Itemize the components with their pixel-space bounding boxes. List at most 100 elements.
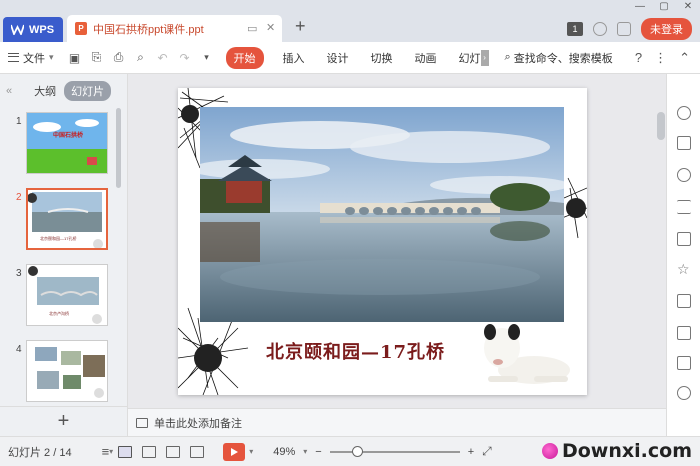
more-icon[interactable]: ⋮ bbox=[654, 50, 667, 66]
zoom-slider[interactable] bbox=[329, 445, 460, 457]
slide-counter: 幻灯片 2 / 14 bbox=[8, 446, 72, 459]
tab-design[interactable]: 设计 bbox=[327, 50, 349, 66]
thumbnail-caption: 中国石拱桥 bbox=[52, 133, 83, 139]
collapse-pane-icon[interactable]: « bbox=[6, 85, 12, 97]
export-icon[interactable]: ⎘ bbox=[89, 50, 105, 66]
help-icon[interactable]: ? bbox=[635, 50, 642, 66]
right-toolbar: ☆ bbox=[666, 74, 700, 436]
zoom-control: 49% ▾ − + ⤢ bbox=[273, 444, 492, 459]
share-icon[interactable] bbox=[617, 22, 631, 36]
slide-thumbnail-2[interactable]: 2 北京颐和园—17孔桥 bbox=[0, 188, 118, 253]
thumbnail-image: 北京颐和园—17孔桥 bbox=[26, 188, 108, 250]
zoom-chevron-icon[interactable]: ▾ bbox=[303, 447, 307, 456]
notes-placeholder: 单击此处添加备注 bbox=[154, 417, 242, 430]
window-controls: — ▢ ✕ bbox=[628, 0, 700, 16]
tab-outline[interactable]: 大纲 bbox=[34, 83, 56, 99]
maximize-icon[interactable]: ▢ bbox=[652, 0, 676, 16]
copy-style-icon[interactable] bbox=[677, 136, 691, 150]
fit-window-icon[interactable]: ⤢ bbox=[482, 444, 492, 459]
slide-thumbnail-4[interactable]: 4 bbox=[0, 340, 118, 405]
workspace-badge[interactable]: 1 bbox=[567, 22, 583, 36]
search-icon: ⌕ bbox=[504, 51, 511, 63]
command-search-label: 查找命令、搜索模板 bbox=[513, 52, 613, 65]
thumbnail-image: 中国石拱桥 bbox=[26, 112, 108, 174]
tab-animation[interactable]: 动画 bbox=[415, 50, 437, 66]
canvas-scrollbar[interactable] bbox=[657, 112, 665, 140]
collapse-ribbon-icon[interactable]: ⌃ bbox=[679, 50, 690, 66]
zoom-value[interactable]: 49% bbox=[273, 446, 295, 458]
tab-home[interactable]: 开始 bbox=[225, 46, 264, 69]
save-icon[interactable]: ▣ bbox=[67, 50, 83, 66]
zoom-out-button[interactable]: − bbox=[315, 446, 321, 458]
title-bar: WPS P 中国石拱桥ppt课件.ppt ▭ ✕ + — ▢ ✕ 1 未登录 bbox=[0, 0, 700, 42]
tab-insert[interactable]: 插入 bbox=[283, 50, 305, 66]
file-menu-label: 文件 bbox=[23, 52, 45, 65]
watermark-text: Downxi.com bbox=[561, 440, 692, 462]
tab-close-icon[interactable]: ✕ bbox=[266, 21, 275, 34]
tab-restore-icon[interactable]: ▭ bbox=[247, 22, 257, 35]
tab-transition[interactable]: 切换 bbox=[371, 50, 393, 66]
slide-thumbnail-3[interactable]: 3 北京卢沟桥 bbox=[0, 264, 118, 329]
thumbnail-caption: 北京卢沟桥 bbox=[49, 311, 69, 316]
normal-view-icon[interactable] bbox=[118, 445, 133, 458]
undo-icon[interactable]: ↶ bbox=[155, 50, 171, 66]
minimize-icon[interactable]: — bbox=[628, 0, 652, 16]
image-icon[interactable] bbox=[677, 232, 691, 246]
tab-slideshow[interactable]: 幻灯 bbox=[459, 50, 481, 66]
pane-tabs: « 大纲 幻灯片 bbox=[0, 74, 127, 108]
add-slide-button[interactable]: + bbox=[0, 406, 127, 436]
document-tab-label: 中国石拱桥ppt课件.ppt bbox=[93, 23, 204, 36]
notes-toggle-icon[interactable]: ≡ bbox=[102, 444, 110, 459]
wps-home-tab[interactable]: WPS bbox=[3, 17, 63, 42]
document-tab[interactable]: P 中国石拱桥ppt课件.ppt ▭ ✕ bbox=[67, 15, 282, 42]
slide-number: 1 bbox=[16, 116, 22, 127]
play-slideshow-button[interactable] bbox=[223, 442, 246, 461]
notes-area[interactable]: 单击此处添加备注 bbox=[128, 408, 666, 436]
zoom-slider-handle[interactable] bbox=[351, 445, 363, 457]
slide-number: 2 bbox=[16, 192, 22, 203]
picture-icon[interactable] bbox=[677, 356, 691, 370]
thumbnail-image: 北京卢沟桥 bbox=[26, 264, 108, 326]
tab-slides[interactable]: 幻灯片 bbox=[64, 81, 112, 101]
print-icon[interactable]: ⎙ bbox=[111, 50, 127, 66]
settings-sliders-icon[interactable] bbox=[677, 200, 691, 214]
reading-view-icon[interactable] bbox=[166, 445, 181, 458]
menu-icon bbox=[8, 53, 19, 62]
chevron-down-icon: ▾ bbox=[49, 52, 54, 62]
slide-title[interactable]: 北京颐和园—17孔桥 bbox=[266, 338, 445, 364]
zoom-in-button[interactable]: + bbox=[468, 446, 474, 458]
ribbon-bar: 文件 ▾ ▣ ⎘ ⎙ ⌕ ↶ ↷ ▾ 开始 插入 设计 切换 动画 幻灯 › ⌕… bbox=[0, 42, 700, 74]
dog-illustration bbox=[484, 324, 570, 384]
close-window-icon[interactable]: ✕ bbox=[676, 0, 700, 16]
current-slide[interactable]: 北京颐和园—17孔桥 bbox=[178, 88, 587, 395]
slide-pane: « 大纲 幻灯片 1 中国石拱桥 2 北京颐和园—17孔桥 3 北京卢沟桥 4 … bbox=[0, 74, 128, 436]
ribbon-scroll-icon[interactable]: › bbox=[480, 49, 489, 66]
notes-chevron-icon[interactable]: ▾ bbox=[109, 447, 113, 456]
file-menu[interactable]: 文件 ▾ bbox=[8, 50, 54, 66]
command-search[interactable]: ⌕ 查找命令、搜索模板 bbox=[505, 50, 613, 66]
watermark: Downxi.com bbox=[541, 436, 692, 466]
print-preview-icon[interactable]: ⌕ bbox=[133, 50, 149, 66]
slide-thumbnail-1[interactable]: 1 中国石拱桥 bbox=[0, 112, 118, 177]
archive-icon[interactable] bbox=[677, 294, 691, 308]
slide-canvas: 北京颐和园—17孔桥 bbox=[128, 74, 666, 408]
play-options-chevron-icon[interactable]: ▾ bbox=[249, 447, 253, 456]
magic-icon[interactable] bbox=[677, 106, 691, 120]
quick-access-chevron-icon[interactable]: ▾ bbox=[199, 50, 215, 66]
slide-photo-summer-palace[interactable] bbox=[200, 107, 564, 322]
audio-icon[interactable] bbox=[677, 386, 691, 400]
thumbnail-image bbox=[26, 340, 108, 402]
shape-icon[interactable] bbox=[677, 168, 691, 182]
redo-icon[interactable]: ↷ bbox=[177, 50, 193, 66]
login-button[interactable]: 未登录 bbox=[641, 18, 692, 40]
sorter-view-icon[interactable] bbox=[142, 445, 157, 458]
play-icon bbox=[231, 447, 239, 456]
watermark-logo-icon bbox=[541, 443, 558, 459]
wps-logo-icon bbox=[11, 24, 24, 35]
slide-number: 4 bbox=[16, 344, 22, 355]
presenter-view-icon[interactable] bbox=[190, 445, 205, 458]
star-icon[interactable]: ☆ bbox=[677, 262, 691, 276]
new-tab-button[interactable]: + bbox=[295, 17, 306, 35]
share-export-icon[interactable] bbox=[677, 326, 691, 340]
skin-icon[interactable] bbox=[593, 22, 607, 36]
